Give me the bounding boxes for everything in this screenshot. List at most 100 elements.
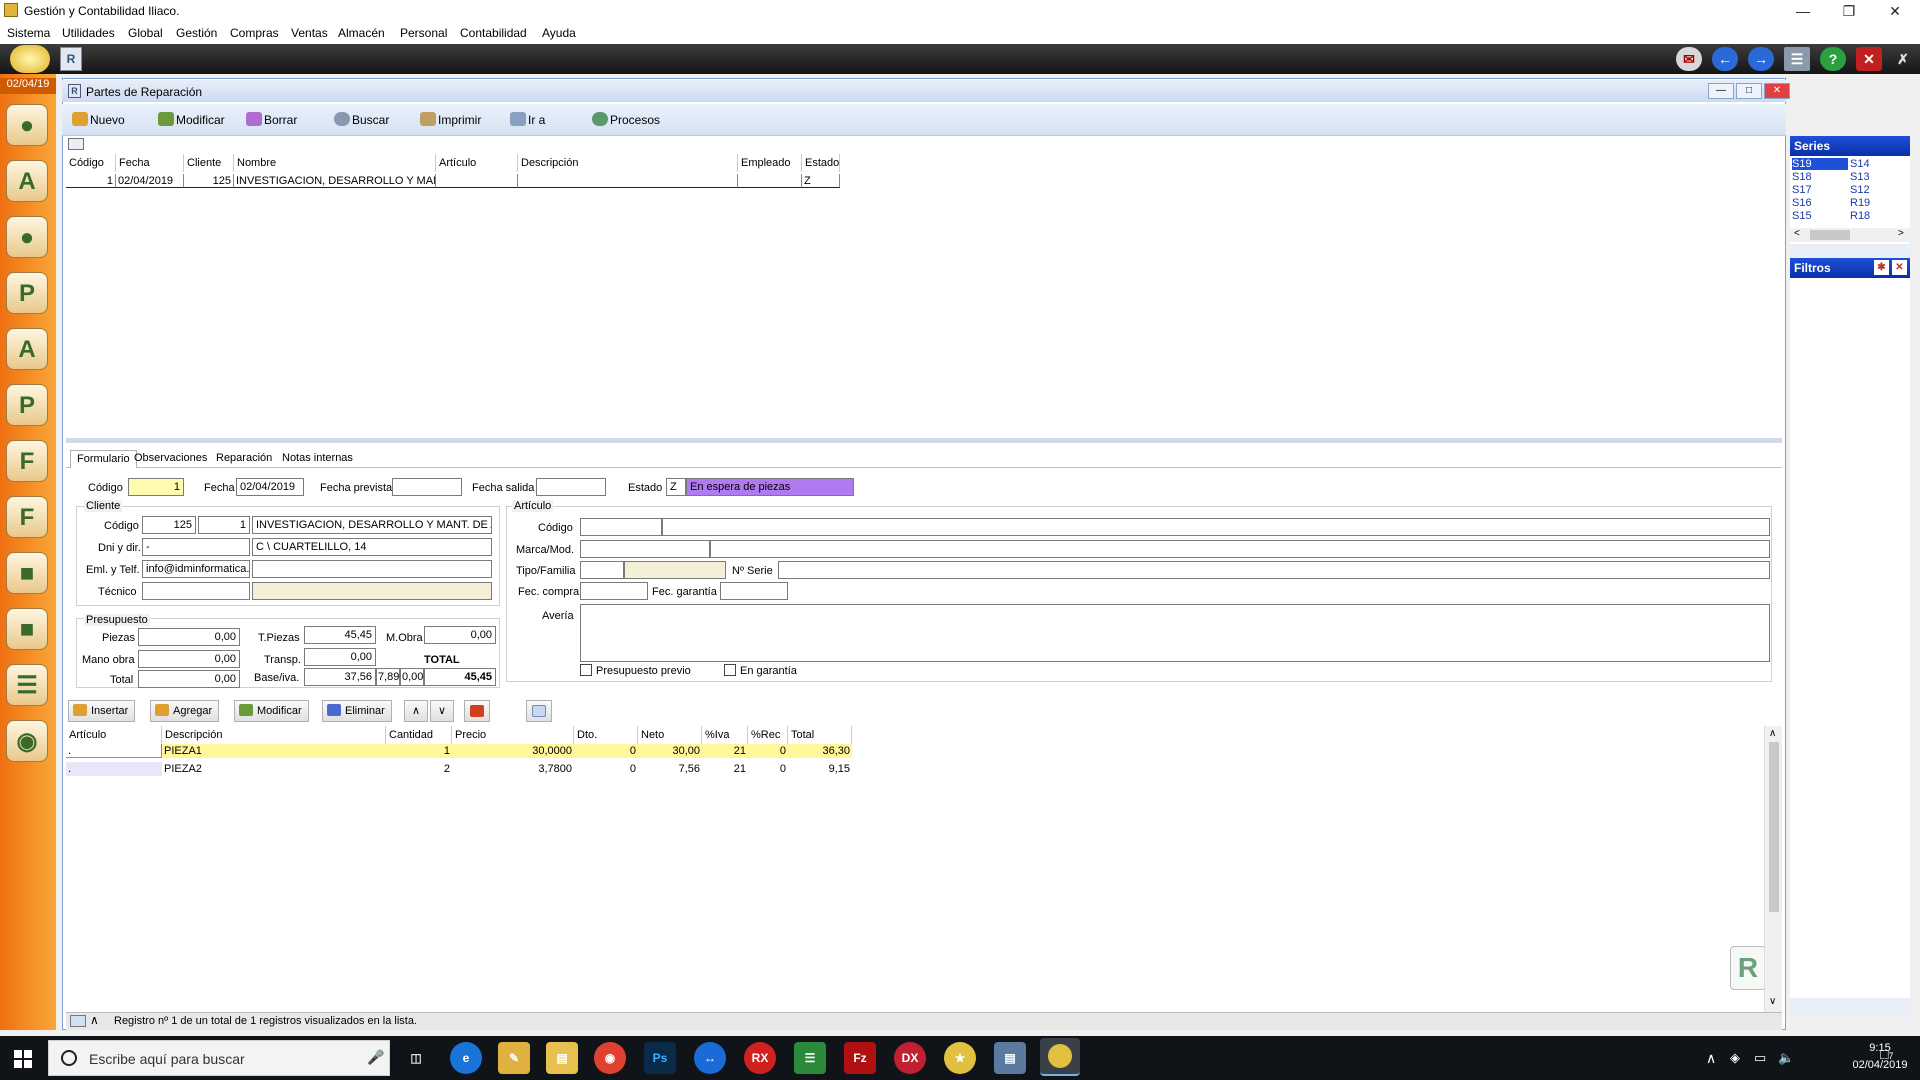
windows-list-icon[interactable]: ☰ xyxy=(1784,47,1810,71)
edge-icon[interactable]: e xyxy=(450,1042,482,1074)
cell-descripcion[interactable]: PIEZA1 xyxy=(162,744,386,758)
splitter[interactable] xyxy=(66,438,1782,443)
checkbox-box[interactable] xyxy=(580,664,592,676)
cell-articulo[interactable]: . xyxy=(66,762,162,776)
telefono-field[interactable] xyxy=(252,560,492,578)
filezilla-icon[interactable]: Fz xyxy=(844,1042,876,1074)
piezas-field[interactable]: 0,00 xyxy=(138,628,240,646)
cell-dto[interactable]: 0 xyxy=(574,744,638,758)
fec-compra-field[interactable] xyxy=(580,582,648,600)
col-descripcion[interactable]: Descripción xyxy=(518,154,738,172)
col-cantidad[interactable]: Cantidad xyxy=(386,726,452,744)
menu-utilidades[interactable]: Utilidades xyxy=(62,26,115,40)
modelo-field[interactable] xyxy=(710,540,1770,558)
insertar-button[interactable]: Insertar xyxy=(68,700,136,722)
cell-articulo[interactable]: . xyxy=(66,744,162,758)
notepad-icon[interactable]: ☰ xyxy=(794,1042,826,1074)
scroll-right-icon[interactable]: > xyxy=(1898,228,1904,239)
fecha-field[interactable]: 02/04/2019 xyxy=(236,478,304,496)
status-grid-icon[interactable] xyxy=(70,1015,86,1027)
notes-icon[interactable]: ✎ xyxy=(498,1042,530,1074)
close-child-icon[interactable]: ✕ xyxy=(1856,47,1882,71)
tecnico-field[interactable] xyxy=(142,582,250,600)
fec-garantia-field[interactable] xyxy=(720,582,788,600)
codigo-field[interactable]: 1 xyxy=(128,478,184,496)
menu-contabilidad[interactable]: Contabilidad xyxy=(460,26,527,40)
dni-field[interactable]: - xyxy=(142,538,250,556)
borrar-button[interactable]: Borrar xyxy=(246,112,297,127)
pin-icon[interactable]: ✱ xyxy=(1874,260,1889,275)
start-icon[interactable] xyxy=(14,1050,32,1068)
mano-obra-field[interactable]: 0,00 xyxy=(138,650,240,668)
fecha-prevista-field[interactable] xyxy=(392,478,462,496)
microphone-icon[interactable]: 🎤 xyxy=(367,1049,384,1066)
cell-total[interactable]: 36,30 xyxy=(788,744,852,758)
tipo-field[interactable] xyxy=(580,561,624,579)
tab-observaciones[interactable]: Observaciones xyxy=(128,450,213,468)
window-app-icon[interactable]: ▤ xyxy=(994,1042,1026,1074)
marca-field[interactable] xyxy=(580,540,710,558)
fecha-salida-field[interactable] xyxy=(536,478,606,496)
move-up-button[interactable]: ∧ xyxy=(404,700,428,722)
scroll-up-icon[interactable]: ∧ xyxy=(1769,728,1776,739)
menu-compras[interactable]: Compras xyxy=(230,26,279,40)
teamviewer-icon[interactable]: ↔ xyxy=(694,1042,726,1074)
series-item[interactable]: S14 xyxy=(1850,158,1870,170)
total-field[interactable]: 0,00 xyxy=(138,670,240,688)
taskbar-search[interactable]: Escribe aquí para buscar 🎤 xyxy=(48,1040,390,1076)
col-estado[interactable]: Estado xyxy=(802,154,840,172)
series-item[interactable]: S19 xyxy=(1792,158,1848,170)
rx-app-icon[interactable]: RX xyxy=(744,1042,776,1074)
cliente-codigo-field[interactable]: 125 xyxy=(142,516,196,534)
presupuesto-previo-checkbox[interactable]: Presupuesto previo xyxy=(580,664,691,677)
modificar-linea-button[interactable]: Modificar xyxy=(234,700,309,722)
menu-global[interactable]: Global xyxy=(128,26,163,40)
minimize-window-button[interactable]: — xyxy=(1780,0,1826,22)
help-icon[interactable]: ? xyxy=(1820,47,1846,71)
series-item[interactable]: S16 xyxy=(1792,197,1812,209)
iliaco-icon[interactable]: ★ xyxy=(944,1042,976,1074)
transp-field[interactable]: 0,00 xyxy=(304,648,376,666)
folder-icon[interactable]: ■ xyxy=(6,608,48,650)
task-view-icon[interactable]: ◫ xyxy=(400,1042,432,1074)
cell-iva[interactable]: 21 xyxy=(702,744,748,758)
col-precio[interactable]: Precio xyxy=(452,726,574,744)
photoshop-icon[interactable]: Ps xyxy=(644,1042,676,1074)
scroll-left-icon[interactable]: < xyxy=(1794,228,1800,239)
collapse-icon[interactable]: ∧ xyxy=(90,1013,99,1027)
purchase-invoice-icon[interactable]: F xyxy=(6,496,48,538)
menu-gestion[interactable]: Gestión xyxy=(176,26,217,40)
invoice-icon[interactable]: F xyxy=(6,440,48,482)
active-iliaco-icon[interactable] xyxy=(1040,1038,1080,1076)
direccion-field[interactable]: C \ CUARTELILLO, 14 xyxy=(252,538,492,556)
ir-a-button[interactable]: Ir a xyxy=(510,112,545,127)
col-cliente[interactable]: Cliente xyxy=(184,154,234,172)
menu-sistema[interactable]: Sistema xyxy=(7,26,50,40)
cell-descripcion[interactable]: PIEZA2 xyxy=(162,762,386,776)
scroll-thumb[interactable] xyxy=(1810,230,1850,240)
cell-rec[interactable]: 0 xyxy=(748,762,788,776)
cell-cantidad[interactable]: 2 xyxy=(386,762,452,776)
series-item[interactable]: S17 xyxy=(1792,184,1812,196)
menu-almacen[interactable]: Almacén xyxy=(338,26,385,40)
series-item[interactable]: S13 xyxy=(1850,171,1870,183)
tab-reparacion[interactable]: Reparación xyxy=(210,450,278,468)
series-item[interactable]: R18 xyxy=(1850,210,1870,222)
back-arrow-icon[interactable]: ← xyxy=(1712,47,1738,71)
series-item[interactable]: S15 xyxy=(1792,210,1812,222)
cell-empleado[interactable] xyxy=(738,174,802,188)
cell-dto[interactable]: 0 xyxy=(574,762,638,776)
close-filtros-icon[interactable]: ✕ xyxy=(1892,260,1907,275)
network-icon[interactable]: ▭ xyxy=(1754,1050,1766,1066)
col-nombre[interactable]: Nombre xyxy=(234,154,436,172)
logo-icon[interactable] xyxy=(10,45,50,73)
cell-neto[interactable]: 7,56 xyxy=(638,762,702,776)
eliminar-button[interactable]: Eliminar xyxy=(322,700,392,722)
en-garantia-checkbox[interactable]: En garantía xyxy=(724,664,797,677)
cell-precio[interactable]: 30,0000 xyxy=(452,744,574,758)
menu-ayuda[interactable]: Ayuda xyxy=(542,26,576,40)
scroll-thumb[interactable] xyxy=(1769,742,1779,912)
col-empleado[interactable]: Empleado xyxy=(738,154,802,172)
procesos-button[interactable]: Procesos xyxy=(592,112,660,127)
tab-notas-internas[interactable]: Notas internas xyxy=(276,450,359,468)
